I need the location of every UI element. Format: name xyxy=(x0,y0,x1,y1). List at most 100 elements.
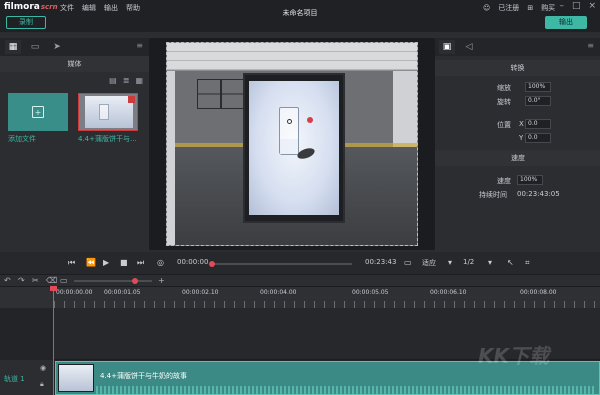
maximize-icon[interactable]: □ xyxy=(572,1,581,11)
media-tab-icon[interactable]: ▦ xyxy=(5,40,21,54)
rotate-field[interactable]: 0.0° xyxy=(525,96,551,106)
ruler-timecode: 00:00:05.05 xyxy=(352,289,389,296)
captured-sidebar xyxy=(167,71,175,245)
marker-icon[interactable]: ▭ xyxy=(60,276,68,285)
delete-icon[interactable]: ⌫ xyxy=(46,276,57,285)
split-icon[interactable]: ✂ xyxy=(32,276,39,285)
rotate-label: 旋转 xyxy=(497,98,511,106)
audio-tab-icon[interactable]: ◁ xyxy=(461,40,477,54)
step-back-icon[interactable]: ⏪ xyxy=(86,258,96,267)
cursor-ring xyxy=(287,119,292,124)
window-controls: – □ × xyxy=(559,1,596,11)
chat-tab-icon[interactable]: ▭ xyxy=(27,40,43,54)
app-logo: filmorascrn xyxy=(4,2,58,12)
y-label: Y xyxy=(519,134,524,142)
menu-export[interactable]: 输出 xyxy=(104,3,118,13)
close-icon[interactable]: × xyxy=(588,1,596,11)
preview-panel xyxy=(150,38,434,250)
zoom-knob[interactable] xyxy=(131,278,138,284)
scale-label: 缩放 xyxy=(497,84,511,92)
menu-help[interactable]: 帮助 xyxy=(126,3,140,13)
ruler-timecode: 00:00:00.00 xyxy=(56,289,93,296)
clip-thumbnail-image xyxy=(85,96,133,128)
title-bar: filmorascrn 文件 编辑 输出 帮助 未命名项目 ☺ 已注册 ⊞ 购买… xyxy=(0,0,600,32)
lock-icon[interactable]: 🔒︎ xyxy=(40,380,44,389)
eye-icon[interactable]: ◉ xyxy=(40,364,46,372)
stop-icon[interactable]: ■ xyxy=(120,258,128,267)
playback-progress[interactable] xyxy=(209,261,352,267)
total-time: 00:23:43 xyxy=(365,258,397,266)
minimize-icon[interactable]: – xyxy=(559,1,564,11)
add-file-tile[interactable]: + xyxy=(8,93,68,131)
speed-header: 速度 xyxy=(435,150,600,166)
play-icon[interactable]: ▶ xyxy=(103,258,109,267)
media-tools: ▤ ≣ ▦ xyxy=(0,72,149,89)
list-view-icon[interactable]: ≣ xyxy=(123,76,130,85)
chevron-down-icon: ▾ xyxy=(488,258,493,267)
scale-field[interactable]: 100% xyxy=(525,82,551,92)
ruler-timecode: 00:00:02.10 xyxy=(182,289,219,296)
duration-value[interactable]: 00:23:43:05 xyxy=(517,190,560,198)
record-button[interactable]: 录制 xyxy=(6,16,46,29)
speed-label: 速度 xyxy=(497,177,511,185)
snapshot-icon[interactable]: ◎ xyxy=(157,258,164,267)
step-forward-icon[interactable]: ⏭ xyxy=(137,258,144,268)
login-link[interactable]: 已注册 xyxy=(498,3,519,13)
render-milk xyxy=(280,139,298,154)
timeline-ruler[interactable]: 00:00:00.00 00:00:01.05 00:00:02.10 00:0… xyxy=(0,286,600,309)
preview-viewport[interactable] xyxy=(166,42,418,246)
menu-edit[interactable]: 编辑 xyxy=(82,3,96,13)
duration-label: 持续时间 xyxy=(479,191,507,199)
media-grid: + 添加文件 4.4+蒲版饼干与... xyxy=(0,89,149,209)
properties-tabs: ▣ ◁ ≡ xyxy=(435,38,600,56)
x-field[interactable]: 0.0 xyxy=(525,119,551,129)
crop-icon[interactable]: ⌗ xyxy=(525,258,530,268)
ruler-timecode: 00:00:01.05 xyxy=(104,289,141,296)
redo-icon[interactable]: ↷ xyxy=(18,276,25,285)
zoom-in-icon[interactable]: + xyxy=(158,276,165,285)
playhead[interactable] xyxy=(53,286,54,395)
grid-view-icon[interactable]: ▦ xyxy=(135,76,143,85)
export-button[interactable]: 输出 xyxy=(545,16,587,29)
add-file-label: 添加文件 xyxy=(8,135,36,143)
ruler-timecode: 00:00:08.00 xyxy=(520,289,557,296)
playback-knob[interactable] xyxy=(209,261,215,267)
volume-icon[interactable]: ↖ xyxy=(507,258,514,267)
audio-waveform xyxy=(96,386,596,394)
speed-field[interactable]: 100% xyxy=(517,175,543,185)
fit-dropdown[interactable]: 适应 xyxy=(422,258,436,268)
properties-panel: ▣ ◁ ≡ 转换 缩放 100% 旋转 0.0° 位置 X 0.0 Y 0.0 … xyxy=(434,38,600,250)
cart-icon[interactable]: ⊞ xyxy=(527,4,533,12)
cursor-tab-icon[interactable]: ➤ xyxy=(49,40,65,54)
position-label: 位置 xyxy=(497,121,511,129)
ruler-timecode: 00:00:06.10 xyxy=(430,289,467,296)
new-folder-icon[interactable]: ▤ xyxy=(109,76,117,85)
fullscreen-icon[interactable]: ▭ xyxy=(404,258,412,267)
y-field[interactable]: 0.0 xyxy=(525,133,551,143)
menu-bar: 文件 编辑 输出 帮助 xyxy=(60,3,140,13)
media-clip-thumbnail[interactable] xyxy=(78,93,138,131)
video-tab-icon[interactable]: ▣ xyxy=(439,40,455,54)
render-window xyxy=(243,73,345,223)
timeline-toolbar: ↶ ↷ ✂ ⌫ ▭ + xyxy=(0,274,600,286)
clip-thumb xyxy=(58,364,94,392)
panel-menu-icon[interactable]: ≡ xyxy=(136,41,143,50)
skip-back-icon[interactable]: ⏮ xyxy=(68,258,75,268)
track-header: 轨道 1 ◉ 🔒︎ xyxy=(0,360,54,395)
add-file-icon: + xyxy=(32,106,44,118)
x-label: X xyxy=(519,120,524,128)
properties-menu-icon[interactable]: ≡ xyxy=(587,41,594,50)
captured-toolbar xyxy=(167,43,417,71)
clip-title: 4.4+蒲版饼干与牛奶的故事 xyxy=(100,372,187,380)
media-header: 媒体 xyxy=(0,56,149,72)
current-time: 00:00:00 xyxy=(177,258,209,266)
quality-dropdown[interactable]: 1/2 xyxy=(463,258,474,266)
cursor-highlight xyxy=(307,117,313,123)
buy-link[interactable]: 购买 xyxy=(541,3,555,13)
undo-icon[interactable]: ↶ xyxy=(4,276,11,285)
user-icon[interactable]: ☺ xyxy=(483,4,490,12)
chevron-down-icon: ▾ xyxy=(448,258,453,267)
menu-file[interactable]: 文件 xyxy=(60,3,74,13)
track-name: 轨道 1 xyxy=(4,375,25,383)
zoom-slider[interactable] xyxy=(74,278,152,284)
